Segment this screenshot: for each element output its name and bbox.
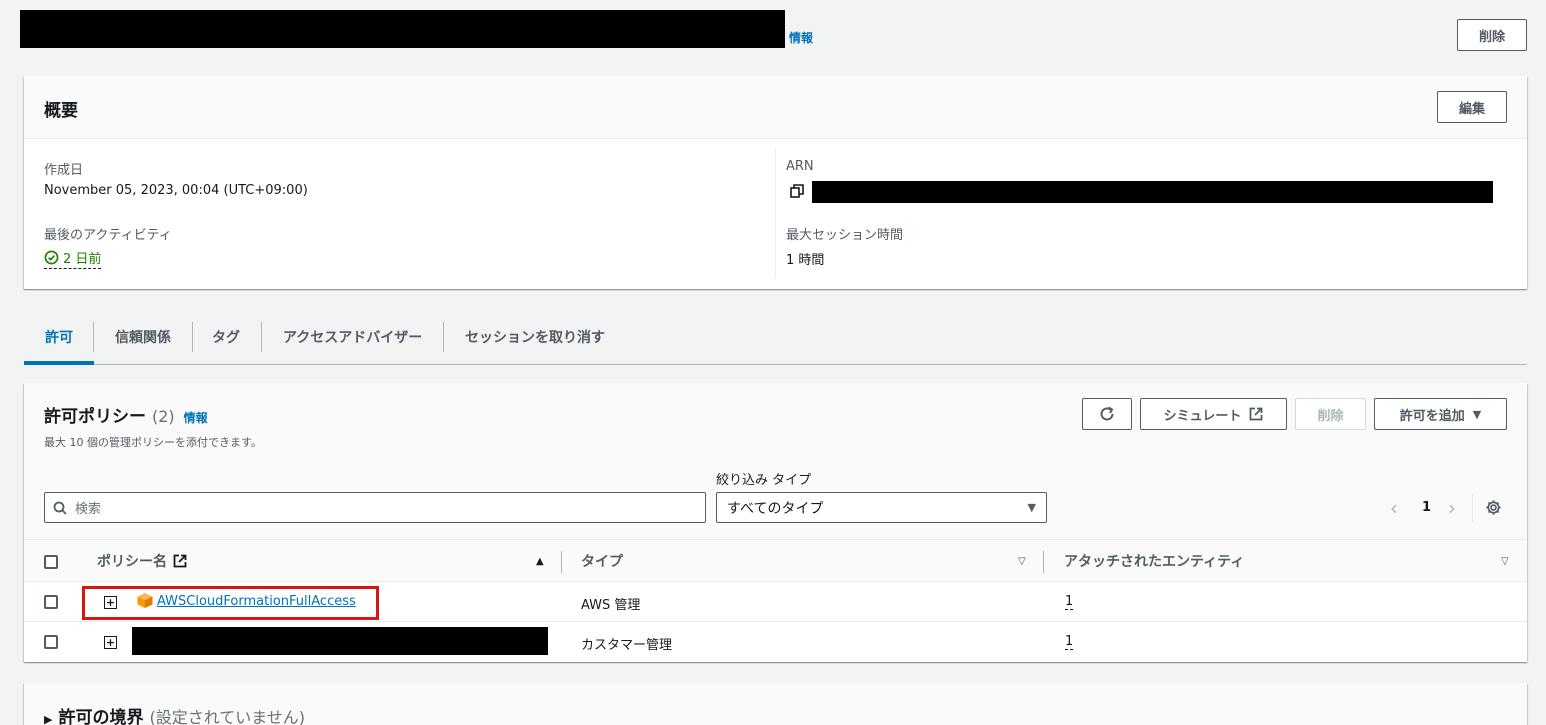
filter-type-label: 絞り込み タイプ	[716, 473, 812, 488]
tabs-baseline	[24, 364, 1527, 365]
expand-row-icon[interactable]: +	[104, 596, 117, 609]
row-checkbox[interactable]	[44, 635, 58, 649]
delete-policy-button[interactable]: 削除	[1295, 398, 1366, 430]
column-separator[interactable]	[561, 551, 562, 573]
add-permissions-button[interactable]: 許可を追加 ▼	[1374, 398, 1507, 430]
external-link-icon	[1249, 407, 1263, 421]
policies-description: 最大 10 個の管理ポリシーを添付できます。	[44, 436, 262, 449]
active-tab-indicator	[24, 361, 94, 365]
created-label: 作成日	[44, 163, 84, 178]
last-activity-text: 2 日前	[63, 252, 102, 267]
external-link-icon	[173, 554, 187, 568]
attached-entities-count[interactable]: 1	[1065, 634, 1074, 650]
pagination-prev[interactable]: ‹	[1390, 496, 1398, 520]
boundary-status: (設定されていません)	[149, 708, 305, 725]
row-checkbox[interactable]	[44, 595, 58, 609]
header-info-link[interactable]: 情報	[789, 29, 813, 46]
tab-separator	[443, 322, 444, 352]
table-header-bottom-line	[24, 581, 1527, 582]
arn-label: ARN	[786, 159, 814, 174]
sort-unsorted-icon[interactable]: ▽	[1018, 556, 1026, 567]
policy-name-link[interactable]: AWSCloudFormationFullAccess	[157, 594, 356, 609]
search-placeholder: 検索	[75, 502, 102, 517]
expand-row-icon[interactable]: +	[104, 636, 117, 649]
tab-separator	[93, 322, 94, 352]
simulate-label: シミュレート	[1163, 408, 1242, 424]
tab-tags[interactable]: タグ	[212, 322, 240, 352]
select-all-checkbox[interactable]	[44, 555, 58, 569]
delete-role-button[interactable]: 削除	[1457, 19, 1527, 51]
aws-managed-policy-icon	[136, 592, 154, 613]
sort-unsorted-icon[interactable]: ▽	[1501, 556, 1509, 567]
simulate-button[interactable]: シミュレート	[1140, 398, 1287, 430]
tab-separator	[192, 322, 193, 352]
filter-type-select[interactable]: すべてのタイプ ▼	[716, 492, 1047, 523]
tab-access-advisor[interactable]: アクセスアドバイザー	[283, 322, 422, 352]
caret-down-icon: ▼	[1027, 501, 1036, 514]
search-icon	[53, 501, 67, 515]
caret-down-icon: ▼	[1472, 407, 1482, 421]
redacted-arn	[812, 181, 1493, 203]
summary-panel: 概要 編集 作成日 November 05, 2023, 00:04 (UTC+…	[24, 76, 1527, 289]
policies-title: 許可ポリシー	[44, 407, 146, 427]
search-input[interactable]: 検索	[44, 492, 706, 523]
policy-type: カスタマー管理	[581, 638, 673, 653]
column-header-type[interactable]: タイプ	[581, 551, 623, 571]
summary-header	[24, 76, 1527, 139]
policies-title-group: 許可ポリシー (2) 情報	[44, 402, 208, 427]
row-separator	[24, 621, 1527, 622]
policy-type: AWS 管理	[581, 598, 641, 613]
redacted-policy-name	[132, 627, 548, 655]
max-session-value: 1 時間	[786, 253, 825, 268]
add-permissions-label: 許可を追加	[1399, 408, 1465, 424]
refresh-button[interactable]	[1082, 398, 1132, 430]
attached-entities-count[interactable]: 1	[1065, 594, 1074, 610]
table-header-top-line	[24, 539, 1527, 540]
page-number[interactable]: 1	[1422, 500, 1431, 515]
pagination-separator	[1472, 494, 1473, 522]
permissions-boundary-toggle[interactable]: ▶ 許可の境界 (設定されていません)	[44, 703, 305, 725]
policies-count: (2)	[152, 407, 175, 426]
boundary-title: 許可の境界	[58, 708, 144, 725]
summary-title: 概要	[44, 101, 78, 121]
last-activity-label: 最後のアクティビティ	[44, 228, 172, 243]
edit-button[interactable]: 編集	[1437, 91, 1507, 123]
created-value: November 05, 2023, 00:04 (UTC+09:00)	[44, 183, 308, 198]
tab-separator	[261, 322, 262, 352]
tab-permissions[interactable]: 許可	[45, 322, 73, 352]
summary-divider	[775, 148, 776, 278]
column-header-attached-entities[interactable]: アタッチされたエンティティ	[1064, 551, 1244, 571]
policy-name-header-label: ポリシー名	[97, 554, 167, 570]
tab-trust-relationships[interactable]: 信頼関係	[115, 322, 171, 352]
last-activity-value[interactable]: 2 日前	[44, 248, 102, 269]
tab-revoke-sessions[interactable]: セッションを取り消す	[465, 322, 605, 352]
check-circle-icon	[44, 250, 59, 265]
filter-type-value: すべてのタイプ	[727, 500, 824, 517]
column-separator[interactable]	[1043, 551, 1044, 573]
pagination-next[interactable]: ›	[1448, 496, 1456, 520]
policies-info-link[interactable]: 情報	[184, 409, 208, 426]
refresh-icon	[1100, 406, 1114, 421]
column-header-policy-name[interactable]: ポリシー名	[97, 551, 187, 571]
max-session-label: 最大セッション時間	[786, 228, 904, 243]
copy-icon[interactable]	[790, 184, 804, 202]
sort-ascending-icon[interactable]: ▲	[536, 556, 544, 567]
caret-right-icon: ▶	[44, 713, 53, 725]
redacted-role-name	[20, 10, 785, 48]
settings-gear-icon[interactable]	[1485, 499, 1502, 520]
